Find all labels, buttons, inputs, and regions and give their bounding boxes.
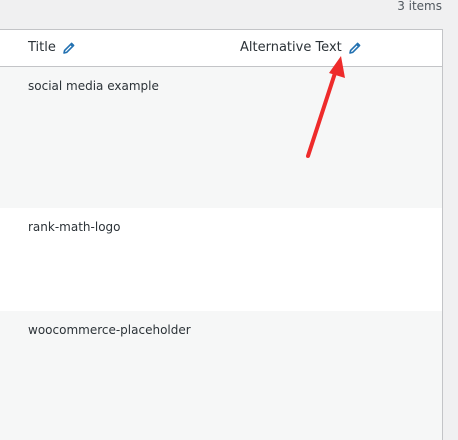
media-list-page: 3 items Title Alternative Text social me… bbox=[0, 0, 458, 440]
pencil-icon[interactable] bbox=[62, 41, 76, 55]
table-row: rank-math-logo bbox=[0, 208, 442, 311]
column-alt-text-label: Alternative Text bbox=[240, 40, 342, 55]
row-title[interactable]: rank-math-logo bbox=[28, 219, 121, 235]
table-row: social media example bbox=[0, 67, 442, 208]
items-count: 3 items bbox=[397, 0, 442, 13]
row-title[interactable]: woocommerce-placeholder bbox=[28, 322, 191, 338]
table-header: Title Alternative Text bbox=[0, 30, 442, 67]
media-table: Title Alternative Text social media exam… bbox=[0, 29, 443, 440]
table-row: woocommerce-placeholder bbox=[0, 311, 442, 440]
column-header-alt-text[interactable]: Alternative Text bbox=[240, 40, 362, 56]
column-title-label: Title bbox=[28, 40, 56, 55]
column-header-title[interactable]: Title bbox=[28, 40, 76, 56]
pencil-icon[interactable] bbox=[348, 41, 362, 55]
row-title[interactable]: social media example bbox=[28, 78, 159, 94]
